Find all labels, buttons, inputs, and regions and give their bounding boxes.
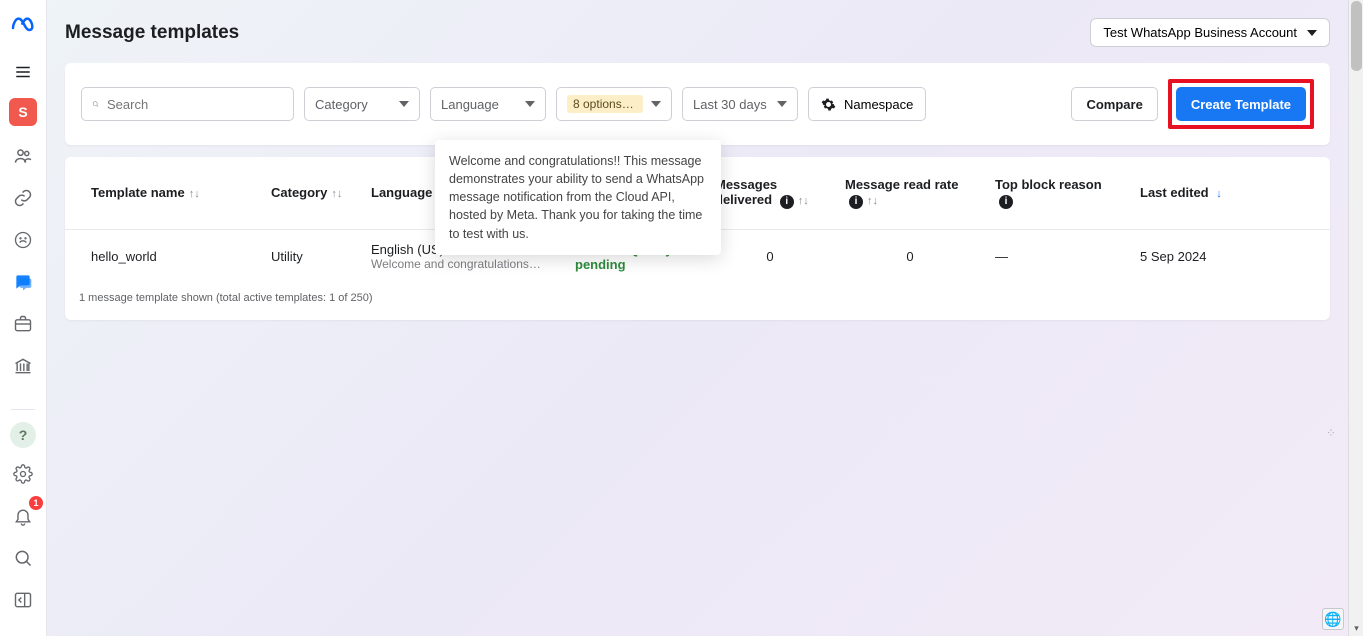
- cell-block-reason: —: [985, 229, 1130, 284]
- settings-icon[interactable]: [7, 458, 39, 490]
- sort-down-icon: ↓: [1216, 188, 1222, 200]
- caret-down-icon: [1307, 30, 1317, 36]
- gear-icon: [821, 97, 836, 112]
- collapse-icon[interactable]: [7, 584, 39, 616]
- main-content: Message templates Test WhatsApp Business…: [47, 0, 1348, 636]
- sidebar-divider: [11, 409, 35, 410]
- sort-icon: ↑↓: [798, 195, 809, 207]
- caret-down-icon: [525, 101, 535, 107]
- date-range-filter[interactable]: Last 30 days: [682, 87, 798, 121]
- cell-last-edited: 5 Sep 2024: [1130, 229, 1330, 284]
- globe-icon[interactable]: 🌐: [1322, 608, 1344, 630]
- page-title: Message templates: [65, 22, 239, 44]
- col-template-name[interactable]: Template name↑↓: [65, 157, 261, 229]
- namespace-button[interactable]: Namespace: [808, 87, 926, 121]
- search-icon[interactable]: [7, 542, 39, 574]
- col-last-edited[interactable]: Last edited ↓: [1130, 157, 1330, 229]
- col-category[interactable]: Category↑↓: [261, 157, 361, 229]
- caret-down-icon: [651, 101, 661, 107]
- info-icon: i: [849, 195, 863, 209]
- category-filter-label: Category: [315, 97, 368, 112]
- create-template-button[interactable]: Create Template: [1176, 87, 1306, 121]
- preview-tooltip: Welcome and congratulations!! This messa…: [435, 140, 721, 255]
- account-selector[interactable]: Test WhatsApp Business Account: [1090, 18, 1330, 47]
- col-delivered[interactable]: Messages delivered i↑↓: [705, 157, 835, 229]
- link-icon[interactable]: [7, 182, 39, 214]
- sort-icon: ↑↓: [331, 188, 342, 200]
- notifications-icon[interactable]: 1: [7, 500, 39, 532]
- toolbar: Category Language 8 options sele... Last…: [65, 63, 1330, 145]
- scroll-down-icon[interactable]: ▾: [1349, 621, 1363, 636]
- status-options-label: 8 options sele...: [567, 95, 643, 113]
- sort-icon: ↑↓: [867, 195, 878, 207]
- category-filter[interactable]: Category: [304, 87, 420, 121]
- search-icon: [92, 97, 99, 111]
- users-icon[interactable]: [7, 140, 39, 172]
- sidebar: S ? 1: [0, 0, 47, 636]
- scrollbar-thumb[interactable]: [1351, 1, 1362, 71]
- language-filter[interactable]: Language: [430, 87, 546, 121]
- account-label: Test WhatsApp Business Account: [1103, 25, 1297, 40]
- table-footer-note: 1 message template shown (total active t…: [65, 284, 1330, 320]
- cell-read-rate: 0: [835, 229, 985, 284]
- briefcase-icon[interactable]: [7, 308, 39, 340]
- caret-down-icon: [399, 101, 409, 107]
- notification-badge: 1: [29, 496, 43, 510]
- col-read-rate[interactable]: Message read rate i↑↓: [835, 157, 985, 229]
- sort-icon: ↑↓: [189, 188, 200, 200]
- annotation-highlight: Create Template: [1168, 79, 1314, 129]
- cell-delivered: 0: [705, 229, 835, 284]
- info-icon: i: [999, 195, 1013, 209]
- search-input-wrap[interactable]: [81, 87, 294, 121]
- language-filter-label: Language: [441, 97, 499, 112]
- chat-icon[interactable]: [7, 266, 39, 298]
- info-icon: i: [780, 195, 794, 209]
- dashboard-icon[interactable]: [7, 224, 39, 256]
- status-options-filter[interactable]: 8 options sele...: [556, 87, 672, 121]
- menu-icon[interactable]: [7, 56, 39, 88]
- date-range-label: Last 30 days: [693, 97, 767, 112]
- app-tile[interactable]: S: [9, 98, 37, 126]
- feedback-icon[interactable]: ⁘: [1326, 426, 1344, 440]
- bank-icon[interactable]: [7, 350, 39, 382]
- col-block-reason: Top block reason i: [985, 157, 1130, 229]
- search-input[interactable]: [107, 97, 283, 112]
- namespace-label: Namespace: [844, 97, 913, 112]
- cell-name: hello_world: [65, 229, 261, 284]
- help-icon[interactable]: ?: [10, 422, 36, 448]
- cell-category: Utility: [261, 229, 361, 284]
- meta-logo-icon[interactable]: [11, 14, 35, 38]
- window-scrollbar[interactable]: ▴ ▾: [1348, 0, 1363, 636]
- caret-down-icon: [777, 101, 787, 107]
- compare-button[interactable]: Compare: [1071, 87, 1157, 121]
